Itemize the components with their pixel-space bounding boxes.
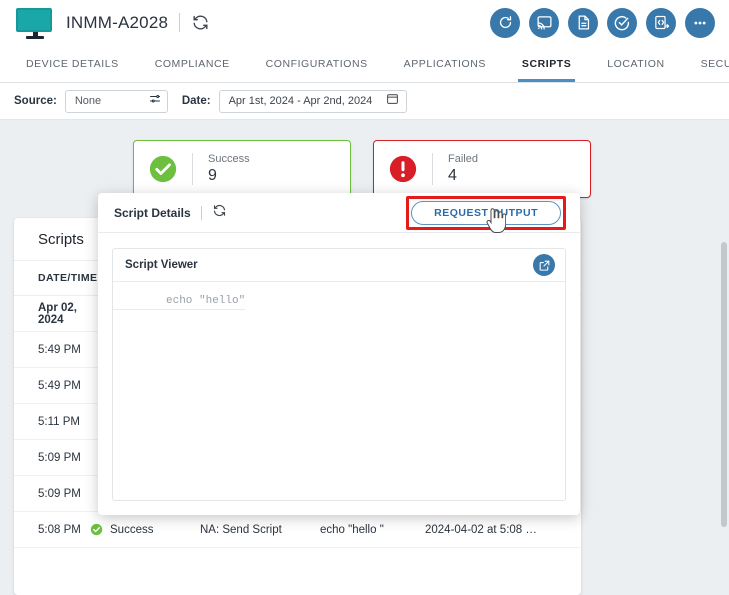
cell-date: 2024-04-02 at 5:08 … <box>425 524 581 536</box>
source-label: Source: <box>14 95 57 107</box>
filter-bar: Source: None Date: Apr 1st, 2024 - Apr 2… <box>0 83 729 120</box>
sync-refresh-icon[interactable] <box>490 8 520 38</box>
more-options-icon[interactable] <box>685 8 715 38</box>
script-viewer-panel: Script Viewer echo "hello" <box>112 248 566 501</box>
date-label: Date: <box>182 95 211 107</box>
request-output-highlight: REQUEST OUTPUT <box>406 196 566 230</box>
stat-card-label: Failed <box>448 153 478 165</box>
cell-status: Success <box>90 523 200 536</box>
date-range-picker[interactable]: Apr 1st, 2024 - Apr 2nd, 2024 <box>219 90 408 113</box>
cell-time: 5:11 PM <box>14 416 90 428</box>
tab-security[interactable]: SECURITY <box>683 45 729 82</box>
column-header-datetime[interactable]: DATE/TIME <box>14 272 90 284</box>
group-row-label: Apr 02, 2024 <box>14 302 90 326</box>
send-script-icon[interactable] <box>646 8 676 38</box>
cell-time: 5:49 PM <box>14 344 90 356</box>
cell-time: 5:09 PM <box>14 452 90 464</box>
success-check-icon <box>148 154 178 184</box>
tab-device-details[interactable]: DEVICE DETAILS <box>8 45 137 82</box>
source-select-value: None <box>75 95 101 107</box>
stat-card-failed[interactable]: Failed 4 <box>373 140 591 198</box>
app-header: INMM-A2028 <box>0 0 729 45</box>
script-viewer-body[interactable]: echo "hello" <box>113 282 565 501</box>
stat-card-label: Success <box>208 153 250 165</box>
script-viewer-title: Script Viewer <box>125 259 198 271</box>
cast-screen-icon[interactable] <box>529 8 559 38</box>
device-name: INMM-A2028 <box>66 13 168 33</box>
error-exclamation-icon <box>388 154 418 184</box>
stat-card-value: 9 <box>208 167 250 185</box>
stat-card-success[interactable]: Success 9 <box>133 140 351 198</box>
card-divider <box>432 153 433 185</box>
modal-title: Script Details <box>114 206 191 220</box>
date-range-value: Apr 1st, 2024 - Apr 2nd, 2024 <box>229 95 373 107</box>
cell-status-label: Success <box>110 524 153 536</box>
calendar-icon <box>386 92 399 110</box>
tab-scripts[interactable]: SCRIPTS <box>504 45 589 82</box>
monitor-icon <box>16 8 54 38</box>
expand-external-icon[interactable] <box>533 254 555 276</box>
stat-card-value: 4 <box>448 167 478 185</box>
success-check-icon <box>90 523 103 536</box>
card-divider <box>192 153 193 185</box>
stat-cards: Success 9 Failed 4 <box>133 140 591 198</box>
tab-location[interactable]: LOCATION <box>589 45 682 82</box>
modal-divider <box>201 206 202 220</box>
cell-time: 5:09 PM <box>14 488 90 500</box>
cell-script: echo "hello " <box>320 524 425 536</box>
header-actions <box>490 8 715 38</box>
script-details-modal: Script Details REQUEST OUTPUT Script Vie… <box>98 193 580 515</box>
page-title: Scripts <box>38 231 84 248</box>
tab-applications[interactable]: APPLICATIONS <box>386 45 504 82</box>
cell-time: 5:49 PM <box>14 380 90 392</box>
page-scrollbar[interactable] <box>721 242 727 527</box>
source-select[interactable]: None <box>65 90 168 113</box>
document-icon[interactable] <box>568 8 598 38</box>
script-viewer-header: Script Viewer <box>113 249 565 282</box>
refresh-icon[interactable] <box>212 203 227 223</box>
refresh-icon[interactable] <box>191 13 210 32</box>
request-output-button[interactable]: REQUEST OUTPUT <box>411 201 561 225</box>
tab-configurations[interactable]: CONFIGURATIONS <box>248 45 386 82</box>
modal-header: Script Details REQUEST OUTPUT <box>98 193 580 233</box>
tab-bar: DEVICE DETAILS COMPLIANCE CONFIGURATIONS… <box>0 45 729 83</box>
table-row[interactable]: 5:08 PM Success NA: Send Script echo "he… <box>14 512 581 548</box>
script-code-line: echo "hello" <box>113 295 245 310</box>
cell-type: NA: Send Script <box>200 524 320 536</box>
tab-compliance[interactable]: COMPLIANCE <box>137 45 248 82</box>
header-divider <box>179 13 180 32</box>
cell-time: 5:08 PM <box>14 524 90 536</box>
check-circle-icon[interactable] <box>607 8 637 38</box>
filter-sliders-icon <box>149 92 161 110</box>
